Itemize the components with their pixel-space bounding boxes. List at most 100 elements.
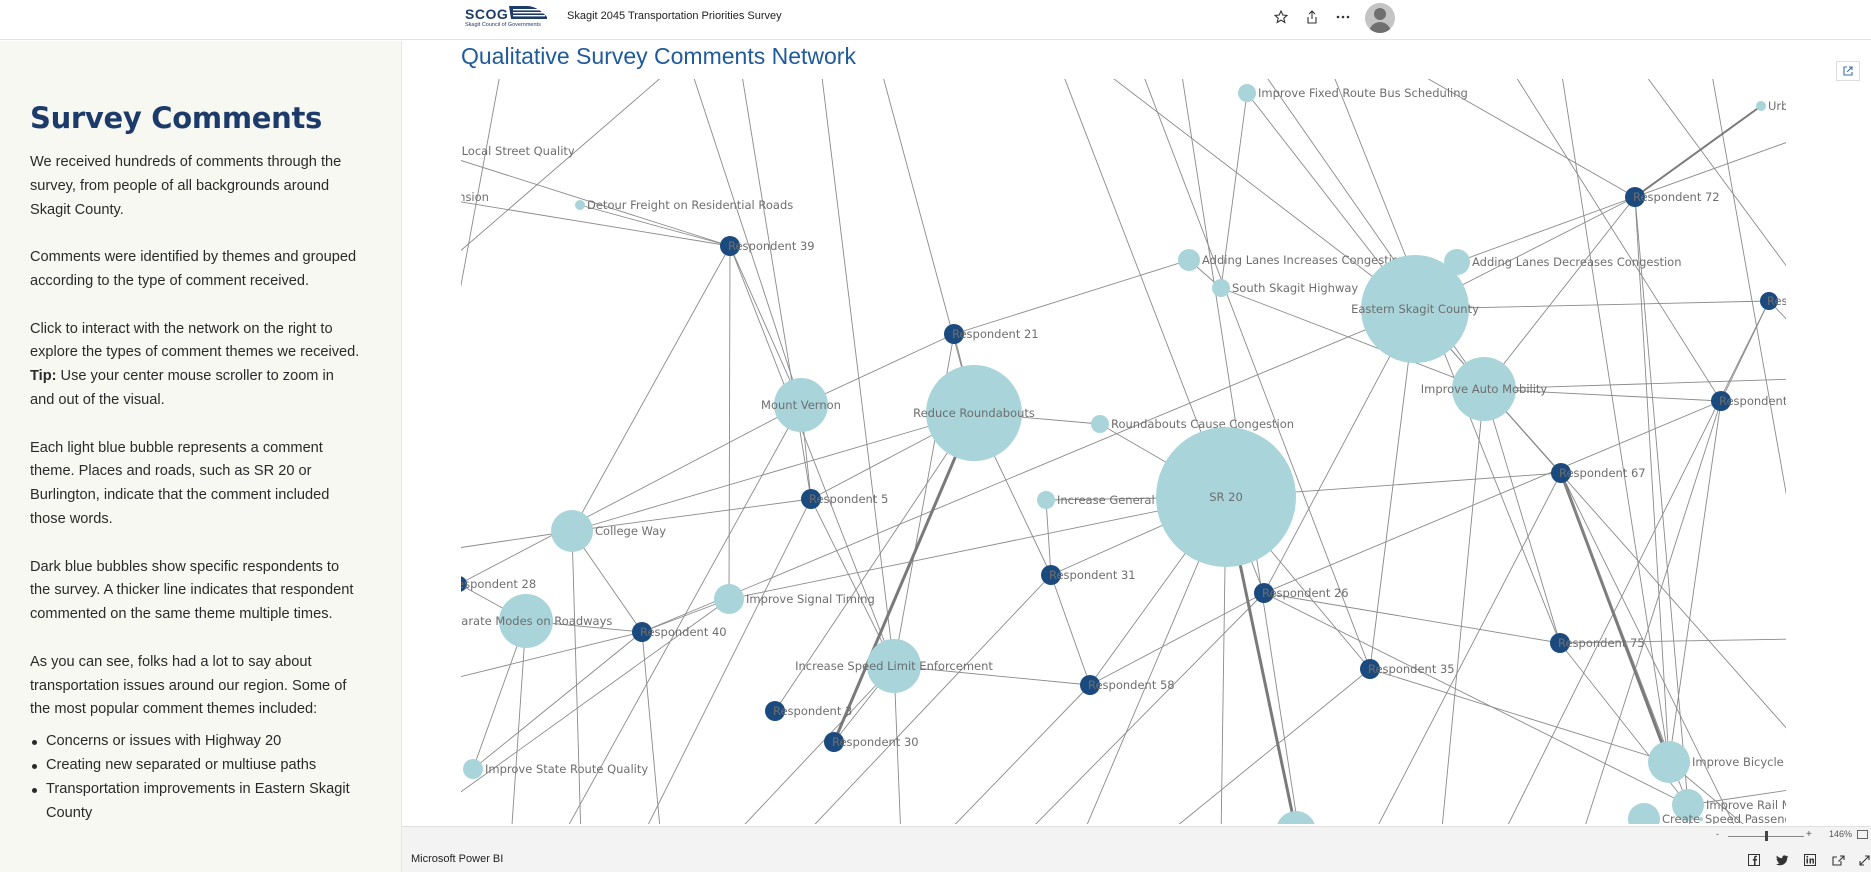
respondent-node[interactable]: Respondent 26: [1254, 583, 1349, 603]
network-edge: [1035, 592, 1265, 824]
node-label: Respondent 67: [1559, 466, 1646, 480]
network-svg[interactable]: Improve Fixed Route Bus Scheduling Urba ov…: [461, 79, 1786, 824]
logo-stripes-icon: [509, 6, 547, 19]
respondent-node[interactable]: Respondent 35: [1360, 659, 1455, 679]
theme-node[interactable]: Improve Bicycle Mobili: [1648, 741, 1786, 783]
network-edge: [1050, 574, 1091, 686]
network-edge: [728, 245, 731, 600]
network-edge: [1089, 592, 1265, 686]
expand-icon[interactable]: [1857, 853, 1871, 867]
respondent-node[interactable]: Respondent 40: [632, 622, 727, 642]
network-edge: [571, 412, 975, 532]
theme-bubble[interactable]: [1091, 415, 1109, 433]
theme-bubble[interactable]: [1756, 101, 1766, 111]
zoom-slider-thumb[interactable]: [1764, 831, 1768, 841]
node-label: Improve Fixed Route Bus Scheduling: [1258, 86, 1468, 100]
respondent-node[interactable]: Respondent 75: [1550, 633, 1645, 653]
node-label: Respondent 39: [728, 239, 815, 253]
respondent-node[interactable]: Respondent 21: [944, 324, 1039, 344]
theme-node[interactable]: South Skagit Highway: [1212, 279, 1358, 297]
theme-bubble[interactable]: [1178, 249, 1200, 271]
theme-node[interactable]: Reduce Roundabouts: [913, 365, 1035, 461]
network-edge: [810, 498, 895, 667]
network-edge: [1507, 300, 1770, 824]
network-edge: [511, 620, 527, 824]
node-label: Respondent 26: [1262, 586, 1349, 600]
node-label: Improve Signal Timing: [746, 592, 875, 606]
theme-node[interactable]: Roundabouts Cause Congestion: [1091, 415, 1294, 433]
report-title: Qualitative Survey Comments Network: [461, 43, 856, 69]
respondent-node[interactable]: Respondent 72: [1625, 187, 1720, 207]
network-edge: [1378, 472, 1562, 824]
theme-node[interactable]: Urba: [1756, 99, 1786, 113]
linkedin-icon[interactable]: [1803, 853, 1817, 867]
node-label: Respondent 58: [1088, 678, 1175, 692]
fit-to-page-icon[interactable]: [1857, 830, 1868, 839]
theme-node[interactable]: Separate Modes on Roadways: [461, 594, 612, 648]
network-edge: [1334, 79, 1561, 644]
network-edge: [461, 79, 500, 288]
zoom-bar: [402, 826, 1871, 844]
theme-bubble[interactable]: [714, 584, 744, 614]
respondent-node[interactable]: Respondent 3: [765, 701, 852, 721]
respondent-node[interactable]: Respondent 30: [824, 732, 919, 752]
respondent-node[interactable]: Respondent 67: [1551, 463, 1646, 483]
star-icon[interactable]: [1272, 8, 1290, 26]
node-label: Roundabouts Cause Congestion: [1111, 417, 1294, 431]
node-label: Detour Freight on Residential Roads: [587, 198, 793, 212]
share-icon[interactable]: [1303, 8, 1321, 26]
theme-node[interactable]: Mount Vernon: [761, 378, 841, 432]
more-icon[interactable]: [1334, 8, 1352, 26]
theme-bubble[interactable]: [1699, 817, 1703, 821]
theme-node[interactable]: Improve State Route Quality: [463, 759, 648, 779]
network-edge: [571, 530, 582, 824]
scog-logo: SCOG Skagit Council of Governments: [465, 4, 557, 30]
respondent-node[interactable]: Respondent :: [1711, 391, 1786, 411]
powered-by-link[interactable]: Microsoft Power BI: [411, 853, 503, 865]
theme-node[interactable]: Detour Freight on Residential Roads: [575, 198, 793, 212]
theme-bubble[interactable]: [1648, 741, 1690, 783]
node-label: Respondent 30: [832, 735, 919, 749]
zoom-out-button[interactable]: -: [1716, 829, 1719, 839]
theme-node[interactable]: Improve Auto Mobility: [1421, 357, 1548, 421]
theme-bubble[interactable]: [1628, 803, 1660, 824]
respondent-node[interactable]: Respondent 5: [801, 489, 888, 509]
theme-bubble[interactable]: [551, 510, 593, 552]
network-edge: [742, 79, 812, 500]
theme-bubble[interactable]: [1238, 84, 1256, 102]
theme-node[interactable]: xpansion: [461, 190, 489, 204]
zoom-in-button[interactable]: +: [1806, 829, 1812, 840]
comments-network[interactable]: Improve Fixed Route Bus Scheduling Urba ov…: [461, 79, 1786, 824]
network-edge: [883, 79, 975, 414]
network-edge: [1712, 79, 1786, 496]
theme-bubble[interactable]: [1276, 811, 1316, 824]
theme-node[interactable]: College Way: [551, 510, 666, 552]
theme-bubble[interactable]: [463, 759, 483, 779]
open-in-new-icon[interactable]: [1836, 61, 1860, 81]
theme-node[interactable]: Improve Fixed Route Bus Scheduling: [1238, 84, 1468, 102]
respondent-node[interactable]: Respondent 58: [1080, 675, 1175, 695]
respondent-node[interactable]: espondent 28: [461, 576, 536, 592]
theme-node[interactable]: Speed Passenge: [1699, 812, 1786, 824]
theme-node[interactable]: SR 20: [1156, 427, 1296, 567]
theme-node[interactable]: [1276, 811, 1316, 824]
theme-bubble[interactable]: [575, 200, 585, 210]
theme-node[interactable]: Adding Lanes Decreases Congestion: [1444, 249, 1681, 275]
theme-node[interactable]: Adding Lanes Increases Congestion: [1178, 249, 1406, 271]
facebook-icon[interactable]: [1747, 853, 1761, 867]
theme-bubble[interactable]: [1212, 279, 1230, 297]
network-edge: [1668, 400, 1722, 763]
respondent-node[interactable]: Respondent 31: [1041, 565, 1136, 585]
zoom-level: 146%: [1829, 829, 1853, 839]
share-out-icon[interactable]: [1831, 853, 1845, 867]
node-label: Eastern Skagit County: [1351, 302, 1479, 316]
theme-node[interactable]: ove Local Street Quality: [461, 144, 575, 158]
list-item: Transportation improvements in Eastern S…: [30, 778, 360, 826]
theme-node[interactable]: Increase Speed Limit Enforcement: [795, 639, 993, 693]
avatar[interactable]: [1365, 3, 1395, 33]
twitter-icon[interactable]: [1775, 853, 1789, 867]
theme-bubble[interactable]: [1037, 491, 1055, 509]
respondent-node[interactable]: Res: [1760, 292, 1786, 310]
theme-node[interactable]: Improve Signal Timing: [714, 584, 875, 614]
respondent-node[interactable]: Respondent 39: [720, 236, 815, 256]
